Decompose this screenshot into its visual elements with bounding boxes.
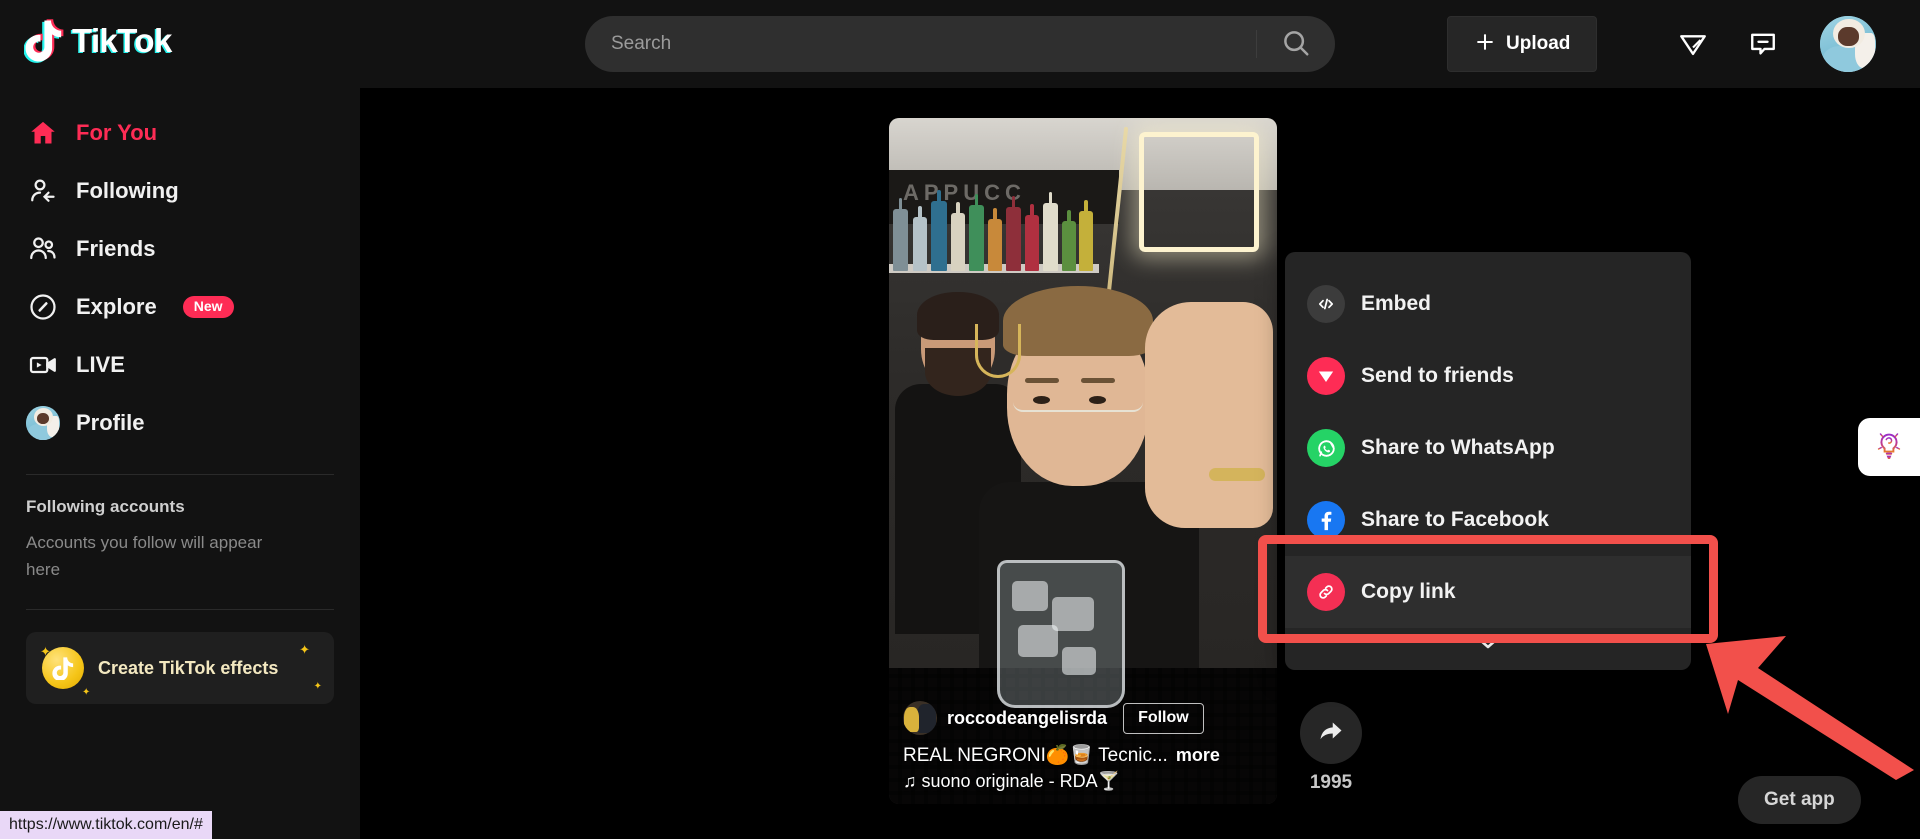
- sidebar-label-for-you: For You: [76, 120, 158, 145]
- share-menu-label-copy-link: Copy link: [1361, 580, 1456, 603]
- tiktok-wordmark: TikTok: [71, 22, 173, 61]
- video-author-row: roccodeangelisrda Follow: [903, 701, 1263, 735]
- get-app-button[interactable]: Get app: [1738, 776, 1861, 824]
- code-icon: [1307, 285, 1345, 323]
- sidebar-item-friends[interactable]: Friends: [0, 220, 360, 278]
- sidebar-item-explore[interactable]: Explore New: [0, 278, 360, 336]
- whatsapp-icon: [1307, 429, 1345, 467]
- idea-bulb-icon: [1874, 429, 1904, 466]
- share-menu-label-embed: Embed: [1361, 292, 1432, 315]
- share-count-label: 1995: [1309, 772, 1353, 793]
- video-info-overlay: roccodeangelisrda Follow REAL NEGRONI🍊🥃 …: [889, 701, 1277, 804]
- author-avatar[interactable]: [903, 701, 937, 735]
- video-music-label[interactable]: ♫ suono originale - RDA🍸: [903, 771, 1263, 792]
- left-sidebar: For You Following Friends Explore New LI…: [0, 88, 360, 839]
- link-icon: [1307, 573, 1345, 611]
- live-icon: [26, 348, 60, 382]
- sidebar-divider-bottom: [26, 609, 334, 611]
- sidebar-item-live[interactable]: LIVE: [0, 336, 360, 394]
- create-effects-card[interactable]: ✦ ✦ ✦ ✦ Create TikTok effects: [26, 632, 334, 705]
- video-caption: REAL NEGRONI🍊🥃 Tecnic...: [903, 745, 1168, 766]
- share-menu-item-copy-link[interactable]: Copy link: [1285, 556, 1691, 628]
- sidebar-label-profile: Profile: [76, 410, 145, 435]
- profile-avatar[interactable]: [1820, 16, 1876, 72]
- share-menu-item-facebook[interactable]: Share to Facebook: [1285, 484, 1691, 556]
- sidebar-item-profile[interactable]: Profile: [0, 394, 360, 452]
- search-button[interactable]: [1257, 16, 1335, 72]
- video-player[interactable]: APPUCC roccodeangelisrda Follow REAL NEG…: [889, 118, 1277, 804]
- idea-bulb-tab[interactable]: [1858, 418, 1920, 476]
- share-menu-expand-button[interactable]: [1285, 628, 1691, 662]
- video-caption-row: REAL NEGRONI🍊🥃 Tecnic... more: [903, 743, 1263, 767]
- create-effects-label: Create TikTok effects: [98, 657, 279, 678]
- sparkle-icon: ✦: [82, 687, 91, 699]
- sidebar-label-friends: Friends: [76, 236, 156, 261]
- chevron-down-icon: [1475, 635, 1501, 656]
- caption-more-button[interactable]: more: [1176, 745, 1220, 766]
- sidebar-label-following: Following: [76, 178, 179, 203]
- home-icon: [26, 116, 60, 150]
- compass-icon: [26, 290, 60, 324]
- search-bar[interactable]: [585, 16, 1335, 72]
- share-button[interactable]: [1300, 702, 1362, 764]
- sidebar-label-live: LIVE: [76, 352, 125, 377]
- share-menu-label-send-to-friends: Send to friends: [1361, 364, 1514, 387]
- share-menu-label-whatsapp: Share to WhatsApp: [1361, 436, 1555, 459]
- following-icon: [26, 174, 60, 208]
- author-username[interactable]: roccodeangelisrda: [947, 708, 1107, 729]
- share-arrow-icon: [1316, 716, 1346, 751]
- friends-icon: [26, 232, 60, 266]
- avatar-icon: [26, 406, 60, 440]
- sparkle-icon: ✦: [313, 681, 322, 693]
- follow-button[interactable]: Follow: [1123, 702, 1204, 734]
- sidebar-item-following[interactable]: Following: [0, 162, 360, 220]
- tiktok-logo[interactable]: TikTok: [23, 18, 173, 64]
- get-app-label: Get app: [1764, 789, 1835, 810]
- share-menu-item-send-to-friends[interactable]: Send to friends: [1285, 340, 1691, 412]
- inbox-icon[interactable]: [1735, 16, 1791, 72]
- share-action-column: 1995: [1300, 702, 1362, 794]
- share-menu-item-embed[interactable]: Embed: [1285, 268, 1691, 340]
- upload-button[interactable]: Upload: [1447, 16, 1598, 72]
- following-accounts-empty-text: Accounts you follow will appear here: [26, 533, 263, 580]
- status-bar-url: https://www.tiktok.com/en/#: [0, 811, 212, 839]
- avatar-image: [1820, 16, 1876, 72]
- pointer-arrow-icon: [1700, 630, 1920, 785]
- paperplane-icon: [1307, 357, 1345, 395]
- top-header: TikTok Upload: [0, 0, 1920, 88]
- share-menu-label-facebook: Share to Facebook: [1361, 508, 1549, 531]
- upload-label: Upload: [1506, 33, 1571, 54]
- plus-icon: [1474, 31, 1496, 58]
- share-menu: Embed Send to friends Share to WhatsApp: [1285, 252, 1691, 670]
- sparkle-icon: ✦: [40, 644, 51, 660]
- explore-new-badge: New: [182, 296, 234, 318]
- following-accounts-heading: Following accounts: [26, 497, 185, 516]
- facebook-icon: [1307, 501, 1345, 539]
- tiktok-page: TikTok Upload: [0, 0, 1920, 839]
- sparkle-icon: ✦: [299, 642, 310, 658]
- search-icon: [1281, 28, 1311, 61]
- sidebar-item-for-you[interactable]: For You: [0, 104, 360, 162]
- sidebar-label-explore: Explore: [76, 294, 157, 319]
- send-message-icon[interactable]: [1665, 16, 1721, 72]
- search-input[interactable]: [585, 33, 1256, 55]
- share-menu-item-whatsapp[interactable]: Share to WhatsApp: [1285, 412, 1691, 484]
- tiktok-note-icon: [23, 18, 64, 64]
